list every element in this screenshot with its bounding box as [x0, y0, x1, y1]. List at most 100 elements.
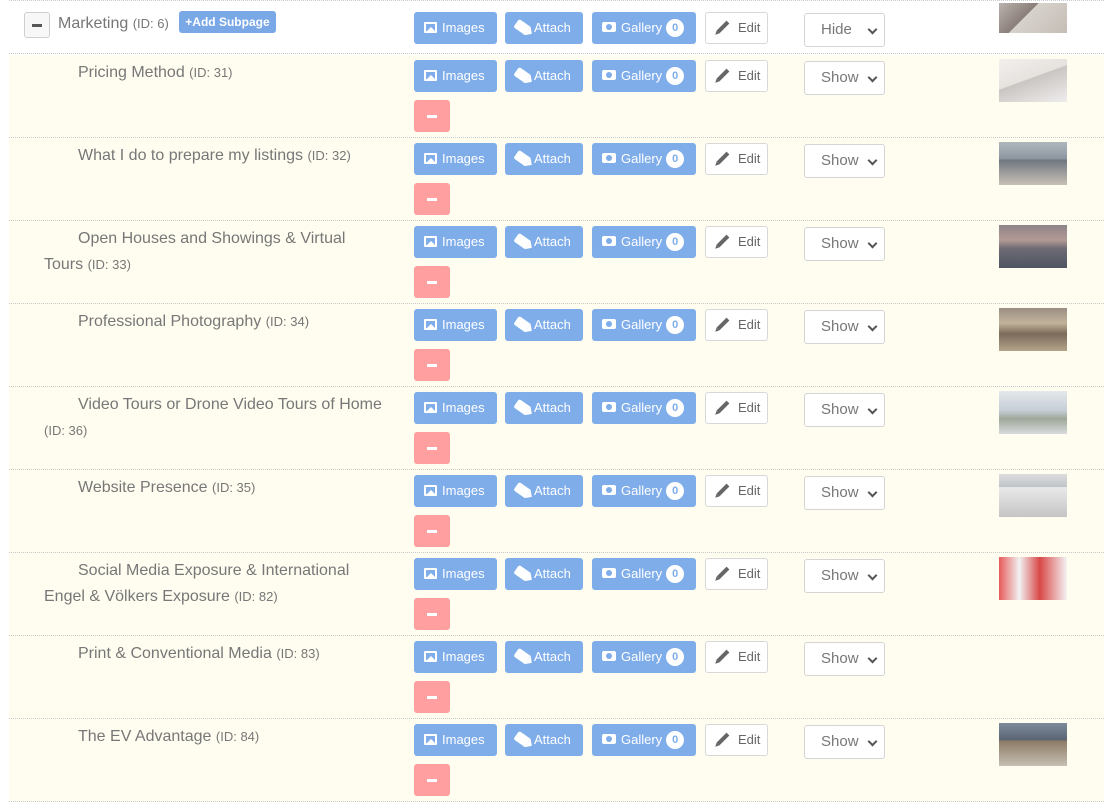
subpage-id-label: (ID: 32)	[307, 148, 351, 163]
visibility-value: Show	[821, 401, 859, 418]
gallery-label: Gallery	[621, 20, 663, 35]
visibility-value: Show	[821, 484, 859, 501]
subpage-title: Professional Photography (ID: 34)	[44, 309, 384, 335]
visibility-select[interactable]: Show	[804, 642, 885, 676]
pencil-icon	[716, 566, 730, 580]
camera-icon	[602, 734, 616, 745]
remove-button[interactable]	[414, 764, 450, 796]
subpage-id-label: (ID: 82)	[234, 589, 278, 604]
tag-icon	[513, 730, 531, 748]
edit-button[interactable]: Edit	[705, 12, 768, 44]
images-label: Images	[442, 566, 485, 581]
tag-icon	[513, 398, 531, 416]
edit-label: Edit	[738, 649, 761, 664]
subpage-title-text: Pricing Method	[78, 64, 185, 81]
attach-button[interactable]: Attach	[505, 143, 583, 175]
gallery-button[interactable]: Gallery 0	[592, 558, 696, 590]
edit-button[interactable]: Edit	[705, 641, 768, 673]
edit-button[interactable]: Edit	[705, 60, 768, 92]
images-button[interactable]: Images	[414, 12, 497, 44]
gallery-button[interactable]: Gallery 0	[592, 724, 696, 756]
pencil-icon	[716, 400, 730, 414]
attach-button[interactable]: Attach	[505, 12, 583, 44]
visibility-select[interactable]: Show	[804, 393, 885, 427]
attach-button[interactable]: Attach	[505, 226, 583, 258]
edit-button[interactable]: Edit	[705, 724, 768, 756]
visibility-select[interactable]: Show	[804, 310, 885, 344]
camera-icon	[602, 153, 616, 164]
chevron-down-icon	[867, 487, 878, 498]
tag-icon	[513, 564, 531, 582]
gallery-count-badge: 0	[666, 149, 685, 168]
visibility-select[interactable]: Hide	[804, 13, 885, 47]
remove-button[interactable]	[414, 432, 450, 464]
subpage-title: Print & Conventional Media (ID: 83)	[44, 641, 384, 667]
remove-button[interactable]	[414, 100, 450, 132]
images-button[interactable]: Images	[414, 641, 497, 673]
chevron-down-icon	[867, 736, 878, 747]
edit-button[interactable]: Edit	[705, 143, 768, 175]
add-subpage-button[interactable]: +Add Subpage	[179, 11, 276, 33]
remove-button[interactable]	[414, 266, 450, 298]
gallery-count-badge: 0	[666, 232, 685, 251]
visibility-select[interactable]: Show	[804, 725, 885, 759]
collapse-button[interactable]	[24, 12, 50, 38]
images-button[interactable]: Images	[414, 392, 497, 424]
gallery-button[interactable]: Gallery 0	[592, 12, 696, 44]
gallery-count-badge: 0	[666, 315, 685, 334]
remove-button[interactable]	[414, 349, 450, 381]
images-button[interactable]: Images	[414, 60, 497, 92]
attach-button[interactable]: Attach	[505, 309, 583, 341]
subpage-row: Pricing Method (ID: 31) Images Attach Galle…	[9, 55, 1104, 138]
page-title-text: Marketing	[58, 15, 129, 32]
visibility-select[interactable]: Show	[804, 476, 885, 510]
gallery-button[interactable]: Gallery 0	[592, 309, 696, 341]
images-button[interactable]: Images	[414, 226, 497, 258]
remove-button[interactable]	[414, 681, 450, 713]
visibility-select[interactable]: Show	[804, 144, 885, 178]
edit-button[interactable]: Edit	[705, 558, 768, 590]
gallery-button[interactable]: Gallery 0	[592, 143, 696, 175]
attach-button[interactable]: Attach	[505, 60, 583, 92]
gallery-label: Gallery	[621, 649, 663, 664]
visibility-select[interactable]: Show	[804, 227, 885, 261]
remove-button[interactable]	[414, 598, 450, 630]
edit-button[interactable]: Edit	[705, 392, 768, 424]
remove-button[interactable]	[414, 515, 450, 547]
page-thumbnail	[999, 391, 1067, 434]
gallery-button[interactable]: Gallery 0	[592, 226, 696, 258]
gallery-button[interactable]: Gallery 0	[592, 641, 696, 673]
gallery-button[interactable]: Gallery 0	[592, 475, 696, 507]
attach-button[interactable]: Attach	[505, 475, 583, 507]
subpage-title: Social Media Exposure & International En…	[44, 558, 384, 610]
subpage-id-label: (ID: 31)	[189, 65, 233, 80]
page-thumbnail	[999, 59, 1067, 102]
edit-button[interactable]: Edit	[705, 309, 768, 341]
images-button[interactable]: Images	[414, 143, 497, 175]
edit-label: Edit	[738, 68, 761, 83]
images-button[interactable]: Images	[414, 724, 497, 756]
images-button[interactable]: Images	[414, 309, 497, 341]
edit-label: Edit	[738, 234, 761, 249]
attach-button[interactable]: Attach	[505, 558, 583, 590]
edit-button[interactable]: Edit	[705, 475, 768, 507]
gallery-button[interactable]: Gallery 0	[592, 392, 696, 424]
subpage-row: Print & Conventional Media (ID: 83) Image…	[9, 636, 1104, 719]
remove-button[interactable]	[414, 183, 450, 215]
gallery-button[interactable]: Gallery 0	[592, 60, 696, 92]
attach-button[interactable]: Attach	[505, 724, 583, 756]
image-icon	[424, 235, 437, 247]
edit-button[interactable]: Edit	[705, 226, 768, 258]
visibility-select[interactable]: Show	[804, 559, 885, 593]
attach-button[interactable]: Attach	[505, 641, 583, 673]
subpage-title-text: Professional Photography	[78, 313, 262, 330]
page-thumbnail	[999, 3, 1067, 33]
images-button[interactable]: Images	[414, 558, 497, 590]
visibility-select[interactable]: Show	[804, 61, 885, 95]
images-button[interactable]: Images	[414, 475, 497, 507]
attach-button[interactable]: Attach	[505, 392, 583, 424]
pencil-icon	[716, 483, 730, 497]
subpage-row: Video Tours or Drone Video Tours of Home…	[9, 387, 1104, 470]
subpage-title-text: Print & Conventional Media	[78, 645, 272, 662]
page-title: Marketing (ID: 6) +Add Subpage	[58, 11, 276, 37]
